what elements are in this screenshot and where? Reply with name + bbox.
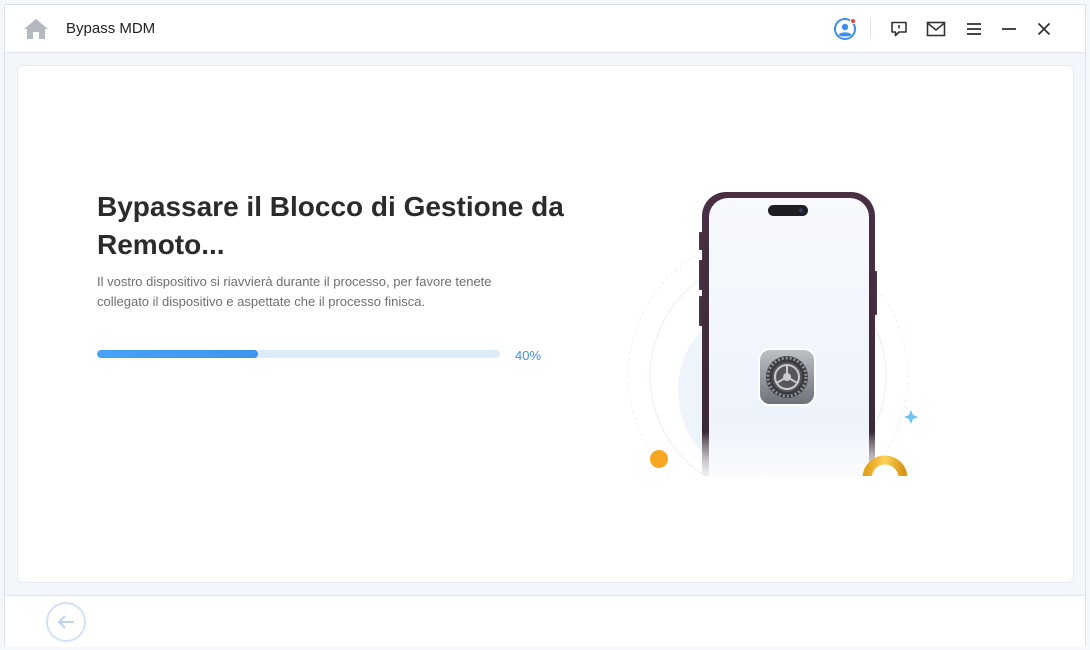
minimize-icon[interactable]	[997, 17, 1021, 41]
back-button[interactable]	[46, 602, 86, 642]
main-card: Bypassare il Blocco di Gestione da Remot…	[17, 65, 1074, 583]
toolbar-divider	[870, 19, 871, 39]
progress-percent: 40%	[515, 348, 542, 363]
device-lock-illustration	[603, 176, 933, 546]
progress-bar	[97, 350, 500, 358]
mail-icon[interactable]	[924, 17, 948, 41]
menu-icon[interactable]	[962, 17, 986, 41]
progress-bar-fill	[97, 350, 259, 358]
notification-dot	[850, 18, 856, 24]
page-description: Il vostro dispositivo si riavvierà duran…	[97, 274, 492, 309]
home-icon[interactable]	[23, 18, 49, 40]
footer-bar	[5, 595, 1085, 647]
page-title: Bypassare il Blocco di Gestione da Remot…	[97, 191, 564, 260]
feedback-icon[interactable]	[887, 17, 911, 41]
close-icon[interactable]	[1032, 17, 1056, 41]
user-account-icon[interactable]	[833, 17, 857, 41]
app-window: Bypass MDM Bypassare il Blocco di Gestio…	[4, 4, 1086, 647]
app-title: Bypass MDM	[66, 20, 156, 37]
back-arrow-icon	[57, 615, 74, 629]
title-bar: Bypass MDM	[5, 5, 1085, 53]
